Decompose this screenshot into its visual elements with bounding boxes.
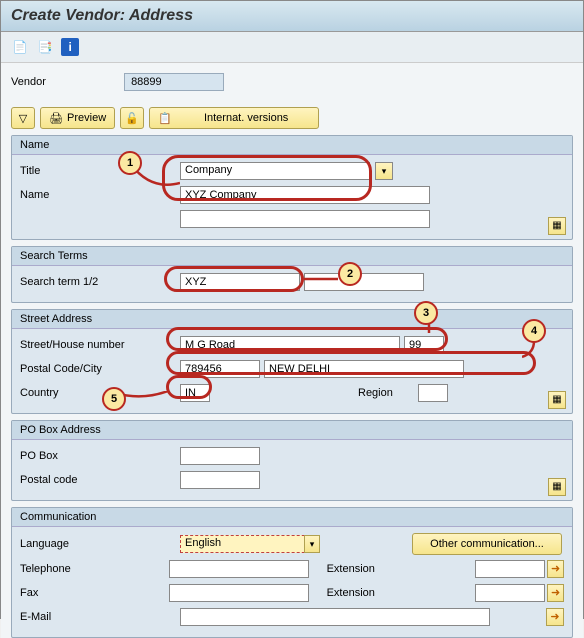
tel-more-icon[interactable]: ➜	[547, 560, 564, 578]
expand-button[interactable]: ▽	[11, 107, 35, 129]
internat-label: Internat. versions	[182, 112, 310, 124]
city-input[interactable]	[264, 360, 464, 378]
search1-input[interactable]	[180, 273, 300, 291]
app-toolbar: 📄 📑 i	[1, 32, 583, 63]
search-label: Search term 1/2	[20, 276, 180, 288]
region-input[interactable]	[418, 384, 448, 402]
comm-panel: Communication Language English ▾ Other c…	[11, 507, 573, 638]
street-panel-title: Street Address	[12, 310, 572, 329]
name2-input[interactable]	[180, 210, 430, 228]
info-icon[interactable]: i	[61, 38, 79, 56]
fax-input[interactable]	[169, 584, 309, 602]
expand-street-icon[interactable]: ▦	[548, 391, 566, 409]
page-icon[interactable]: 📄	[11, 38, 29, 56]
name-label: Name	[20, 189, 180, 201]
search2-input[interactable]	[304, 273, 424, 291]
tel-input[interactable]	[169, 560, 309, 578]
pobox-label: PO Box	[20, 450, 180, 462]
copy-icon[interactable]: 📑	[36, 38, 54, 56]
title-label: Title	[20, 165, 180, 177]
pobox-panel-title: PO Box Address	[12, 421, 572, 440]
house-input[interactable]	[404, 336, 444, 354]
print-icon: 🖨	[49, 112, 63, 125]
preview-label: Preview	[67, 112, 106, 124]
vendor-value: 88899	[124, 73, 224, 91]
lang-value: English	[185, 537, 221, 549]
fax-more-icon[interactable]: ➜	[547, 584, 564, 602]
chevron-down-icon[interactable]: ▾	[375, 162, 393, 180]
country-input[interactable]	[180, 384, 210, 402]
tel-label: Telephone	[20, 563, 169, 575]
email-input[interactable]	[180, 608, 490, 626]
pobox-postal-label: Postal code	[20, 474, 180, 486]
name-panel-title: Name	[12, 136, 572, 155]
name-input[interactable]	[180, 186, 430, 204]
preview-button[interactable]: 🖨 Preview	[40, 107, 115, 129]
country-label: Country	[20, 387, 180, 399]
postal-input[interactable]	[180, 360, 260, 378]
comm-panel-title: Communication	[12, 508, 572, 527]
other-comm-button[interactable]: Other communication...	[412, 533, 562, 555]
pobox-postal-input[interactable]	[180, 471, 260, 489]
page-title: Create Vendor: Address	[1, 1, 583, 32]
expand-name-icon[interactable]: ▦	[548, 217, 566, 235]
street-label: Street/House number	[20, 339, 180, 351]
email-more-icon[interactable]: ➜	[546, 608, 564, 626]
email-label: E-Mail	[20, 611, 180, 623]
tel-ext-input[interactable]	[475, 560, 545, 578]
search-panel-title: Search Terms	[12, 247, 572, 266]
search-panel: Search Terms Search term 1/2 2	[11, 246, 573, 303]
fax-label: Fax	[20, 587, 169, 599]
lang-label: Language	[20, 538, 180, 550]
fax-ext-input[interactable]	[475, 584, 545, 602]
tel-ext-label: Extension	[327, 563, 476, 575]
action-toolbar: ▽ 🖨 Preview 🔓 📋 Internat. versions	[11, 107, 573, 129]
vendor-header: Vendor 88899	[1, 63, 583, 101]
name-panel: Name Title Company ▾ Name ▦ 1	[11, 135, 573, 240]
lock-button[interactable]: 🔓	[120, 107, 144, 129]
chevron-down-icon[interactable]: ▾	[304, 535, 320, 553]
pobox-input[interactable]	[180, 447, 260, 465]
vendor-label: Vendor	[11, 76, 121, 88]
lang-dropdown[interactable]: English ▾	[180, 535, 320, 553]
internat-button[interactable]: 📋 Internat. versions	[149, 107, 319, 129]
pobox-panel: PO Box Address PO Box Postal code ▦	[11, 420, 573, 501]
street-input[interactable]	[180, 336, 400, 354]
street-panel: Street Address Street/House number Posta…	[11, 309, 573, 414]
postal-label: Postal Code/City	[20, 363, 180, 375]
title-value: Company	[185, 164, 232, 176]
fax-ext-label: Extension	[327, 587, 476, 599]
copy-icon: 📋	[158, 112, 172, 125]
title-dropdown[interactable]: Company ▾	[180, 162, 370, 180]
region-label: Region	[358, 387, 418, 399]
expand-pobox-icon[interactable]: ▦	[548, 478, 566, 496]
